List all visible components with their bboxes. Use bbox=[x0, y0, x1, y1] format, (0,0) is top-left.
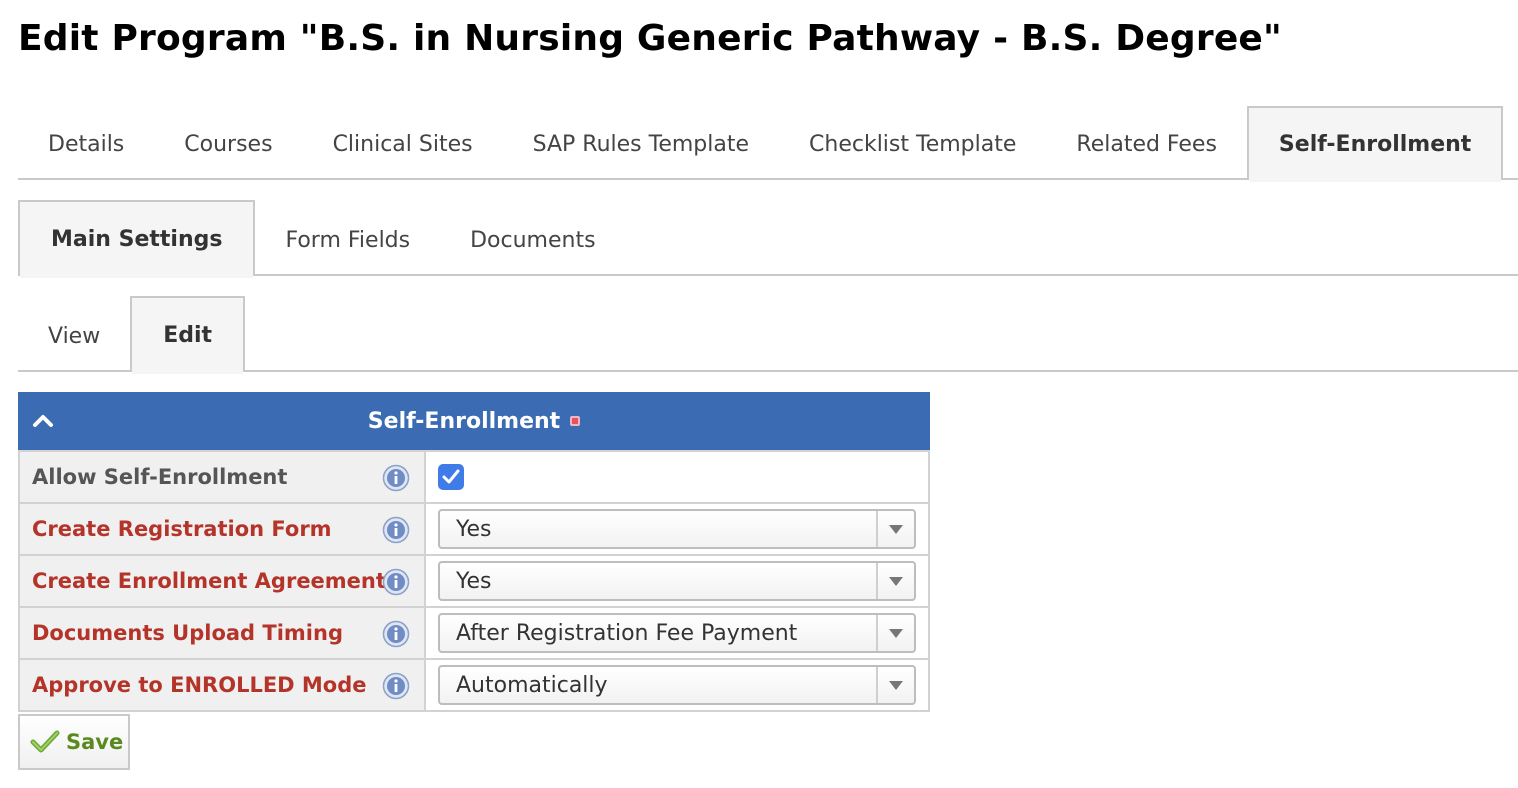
tab-related-fees[interactable]: Related Fees bbox=[1046, 108, 1247, 180]
tab-label: Self-Enrollment bbox=[1278, 131, 1472, 157]
field-label-cell: Create Enrollment Agreement bbox=[18, 554, 426, 608]
field-label: Create Registration Form bbox=[32, 517, 332, 541]
tab-label: SAP Rules Template bbox=[532, 131, 750, 157]
field-label-cell: Allow Self-Enrollment bbox=[18, 450, 426, 504]
caret-down-icon bbox=[889, 576, 903, 586]
tab-label: Main Settings bbox=[51, 226, 223, 252]
tab-label: Related Fees bbox=[1076, 131, 1217, 157]
tab-details[interactable]: Details bbox=[18, 108, 154, 180]
tab-documents[interactable]: Documents bbox=[440, 204, 625, 276]
allow-self-enrollment-checkbox[interactable] bbox=[438, 464, 464, 490]
tab-label: Form Fields bbox=[285, 227, 411, 253]
tab-label: Courses bbox=[184, 131, 273, 157]
info-icon[interactable] bbox=[382, 464, 410, 492]
panel-title: Self-Enrollment bbox=[367, 408, 561, 434]
required-indicator-icon bbox=[570, 416, 581, 426]
tab-label: Clinical Sites bbox=[332, 131, 473, 157]
save-button-label: Save bbox=[66, 730, 124, 754]
table-row: Approve to ENROLLED Mode Automatically bbox=[18, 658, 930, 712]
field-value-cell bbox=[424, 450, 930, 504]
dropdown-arrow bbox=[876, 563, 914, 599]
caret-down-icon bbox=[889, 524, 903, 534]
select-value: Automatically bbox=[456, 672, 608, 698]
field-label-cell: Approve to ENROLLED Mode bbox=[18, 658, 426, 712]
info-icon[interactable] bbox=[382, 568, 410, 596]
self-enrollment-tabs: Main Settings Form Fields Documents bbox=[18, 200, 1518, 278]
tab-label: View bbox=[48, 323, 101, 349]
table-row: Allow Self-Enrollment bbox=[18, 450, 930, 504]
field-value-cell: After Registration Fee Payment bbox=[424, 606, 930, 660]
table-row: Create Registration Form Yes bbox=[18, 502, 930, 556]
tab-main-settings[interactable]: Main Settings bbox=[18, 200, 256, 278]
field-value-cell: Yes bbox=[424, 502, 930, 556]
info-icon[interactable] bbox=[382, 672, 410, 700]
info-icon[interactable] bbox=[382, 620, 410, 648]
field-value-cell: Yes bbox=[424, 554, 930, 608]
tab-courses[interactable]: Courses bbox=[154, 108, 302, 180]
tab-form-fields[interactable]: Form Fields bbox=[255, 204, 440, 276]
tab-sap-rules-template[interactable]: SAP Rules Template bbox=[503, 108, 779, 180]
dropdown-arrow bbox=[876, 615, 914, 651]
mode-tabs: View Edit bbox=[18, 296, 1518, 374]
tab-label: Details bbox=[48, 131, 125, 157]
page-title: Edit Program "B.S. in Nursing Generic Pa… bbox=[18, 18, 1283, 59]
info-icon[interactable] bbox=[382, 516, 410, 544]
tab-checklist-template[interactable]: Checklist Template bbox=[779, 108, 1046, 180]
field-label-cell: Create Registration Form bbox=[18, 502, 426, 556]
caret-down-icon bbox=[889, 628, 903, 638]
chevron-up-icon[interactable] bbox=[32, 412, 54, 428]
program-tabs: Details Courses Clinical Sites SAP Rules… bbox=[18, 106, 1518, 182]
approve-to-enrolled-mode-select[interactable]: Automatically bbox=[438, 665, 916, 705]
create-registration-form-select[interactable]: Yes bbox=[438, 509, 916, 549]
dropdown-arrow bbox=[876, 667, 914, 703]
checkmark-icon bbox=[442, 469, 460, 484]
tab-edit[interactable]: Edit bbox=[130, 296, 246, 374]
self-enrollment-panel: Self-Enrollment Allow Self-Enrollment Cr… bbox=[18, 392, 930, 712]
documents-upload-timing-select[interactable]: After Registration Fee Payment bbox=[438, 613, 916, 653]
select-value: Yes bbox=[456, 516, 492, 542]
field-label: Allow Self-Enrollment bbox=[32, 465, 288, 489]
tab-label: Documents bbox=[470, 227, 596, 253]
tab-label: Edit bbox=[163, 322, 213, 348]
caret-down-icon bbox=[889, 680, 903, 690]
create-enrollment-agreement-select[interactable]: Yes bbox=[438, 561, 916, 601]
settings-table: Allow Self-Enrollment Create Registratio… bbox=[18, 450, 930, 712]
select-value: Yes bbox=[456, 568, 492, 594]
field-label: Approve to ENROLLED Mode bbox=[32, 673, 367, 697]
table-row: Documents Upload Timing After Registrati… bbox=[18, 606, 930, 660]
field-value-cell: Automatically bbox=[424, 658, 930, 712]
tab-view[interactable]: View bbox=[18, 300, 130, 372]
field-label: Documents Upload Timing bbox=[32, 621, 343, 645]
checkmark-icon bbox=[30, 730, 60, 753]
tab-clinical-sites[interactable]: Clinical Sites bbox=[303, 108, 503, 180]
save-button[interactable]: Save bbox=[18, 714, 130, 770]
panel-header: Self-Enrollment bbox=[18, 392, 930, 450]
field-label: Create Enrollment Agreement bbox=[32, 569, 386, 593]
select-value: After Registration Fee Payment bbox=[456, 620, 798, 646]
table-row: Create Enrollment Agreement Yes bbox=[18, 554, 930, 608]
dropdown-arrow bbox=[876, 511, 914, 547]
tab-label: Checklist Template bbox=[809, 131, 1017, 157]
tab-self-enrollment[interactable]: Self-Enrollment bbox=[1246, 106, 1504, 182]
field-label-cell: Documents Upload Timing bbox=[18, 606, 426, 660]
